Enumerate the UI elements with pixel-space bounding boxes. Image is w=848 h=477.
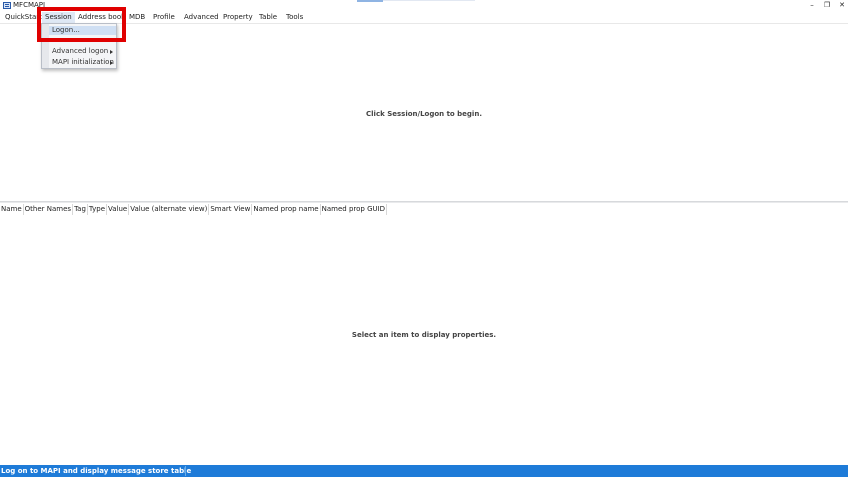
pane-splitter[interactable] [0,201,848,203]
app-icon [3,2,11,9]
column-header-smart-view[interactable]: Smart View [209,204,253,215]
message-store-pane[interactable]: Click Session/Logon to begin. [0,23,848,201]
submenu-arrow-icon [110,61,113,65]
menu-mdb[interactable]: MDB [126,12,148,23]
logon-menu-item[interactable]: Logon... [49,26,116,35]
menu-bar: QuickStart Session Address book MDB Prof… [0,12,848,23]
menu-quickstart[interactable]: QuickStart [2,12,45,23]
top-pane-message: Click Session/Logon to begin. [0,110,848,118]
top-pane-message-text: Click Session/Logon to begin. [366,110,482,118]
restore-icon[interactable]: ❐ [822,1,832,10]
menu-profile[interactable]: Profile [150,12,178,23]
session-dropdown-menu: Logon... Advanced logon MAPI initializat… [41,23,117,69]
menu-property[interactable]: Property [220,12,256,23]
menu-address-book[interactable]: Address book [75,12,128,23]
menu-advanced[interactable]: Advanced [181,12,222,23]
status-bar: Log on to MAPI and display message store… [0,465,848,477]
title-bar: MFCMAPI – ❐ ✕ [0,0,848,12]
status-text: Log on to MAPI and display message store… [1,467,192,475]
column-header-named-prop-guid[interactable]: Named prop GUID [320,204,388,215]
window-title: MFCMAPI [13,1,46,9]
column-header-other-names[interactable]: Other Names [23,204,74,215]
column-header-value[interactable]: Value [107,204,130,215]
status-separator [185,466,186,476]
submenu-arrow-icon [110,50,113,54]
advanced-logon-menu-item[interactable]: Advanced logon [49,47,116,56]
column-header-tag[interactable]: Tag [73,204,88,215]
mapi-initialization-menu-item[interactable]: MAPI initialization [49,58,116,67]
menu-gutter [42,24,49,68]
menu-tools[interactable]: Tools [283,12,306,23]
property-pane-message-text: Select an item to display properties. [351,331,497,339]
column-header-type[interactable]: Type [87,204,107,215]
advanced-logon-label: Advanced logon [52,47,109,55]
focus-indicator [357,0,383,2]
property-list-header: Name Other Names Tag Type Value Value (a… [0,204,388,215]
minimize-icon[interactable]: – [807,1,817,10]
mapi-initialization-label: MAPI initialization [52,58,114,66]
property-pane-message: Select an item to display properties. [0,331,848,339]
menu-separator [51,40,114,41]
menu-table[interactable]: Table [256,12,280,23]
column-header-named-prop-name[interactable]: Named prop name [252,204,321,215]
menu-session[interactable]: Session [42,12,75,23]
close-icon[interactable]: ✕ [837,1,847,10]
column-header-name[interactable]: Name [0,204,24,215]
focus-indicator-track [383,0,475,1]
column-header-value-alternate-view[interactable]: Value (alternate view) [129,204,210,215]
